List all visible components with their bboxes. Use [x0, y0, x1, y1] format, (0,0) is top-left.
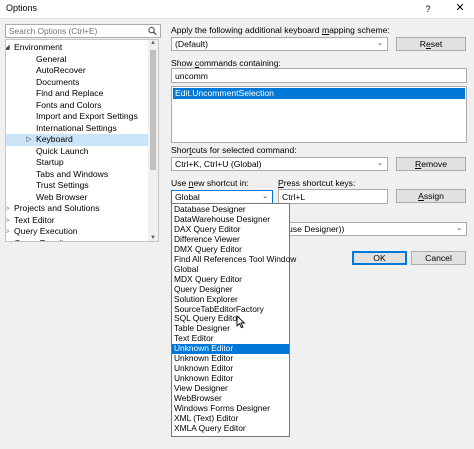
tree-item-label: Fonts and Colors [36, 99, 102, 110]
close-button[interactable]: ✕ [446, 0, 474, 18]
tree-item-label: Startup [36, 157, 64, 167]
dropdown-option[interactable]: Find All References Tool Window [172, 254, 296, 265]
tree-item[interactable]: ◢Environment [6, 42, 149, 54]
use-new-shortcut-label: Use new shortcut in: [171, 178, 249, 188]
collapse-arrow-icon[interactable]: ◢ [6, 42, 11, 54]
shortcut-scope-dropdown[interactable]: Database Designer DataWarehouse Designer D… [171, 203, 296, 437]
dropdown-option[interactable]: Solution Explorer [172, 294, 289, 305]
chevron-down-icon: ⌄ [456, 225, 462, 232]
shortcut-scope-value: Global [175, 192, 200, 202]
tree-item[interactable]: Documents [6, 77, 149, 89]
chevron-down-icon: ⌄ [377, 160, 383, 167]
command-filter-input[interactable] [172, 69, 465, 82]
remove-button[interactable]: Remove [396, 157, 466, 171]
command-list-item[interactable]: Edit.UncommentSelection [173, 88, 465, 99]
tree-item[interactable]: Tabs and Windows [6, 169, 149, 181]
tree-item[interactable]: ▷Text Editor [6, 215, 149, 227]
tree-item[interactable]: Fonts and Colors [6, 100, 149, 112]
chevron-down-icon: ⌄ [262, 193, 268, 200]
tree-item-label: Keyboard [36, 134, 73, 144]
command-filter-box[interactable] [171, 68, 467, 83]
tree-item[interactable]: ▷Query Results [6, 238, 149, 242]
scroll-up-arrow-icon[interactable]: ▲ [148, 40, 158, 46]
tree-item-label: Web Browser [36, 191, 88, 202]
scroll-down-arrow-icon[interactable]: ▼ [148, 235, 158, 241]
dropdown-option[interactable]: Query Designer [172, 284, 289, 295]
expand-arrow-icon[interactable]: ▷ [6, 203, 11, 215]
dropdown-option[interactable]: XMLA Query Editor [172, 423, 289, 434]
tree-item-label: Environment [14, 42, 63, 52]
tree-item[interactable]: Trust Settings [6, 180, 149, 192]
shortcut-keys-input[interactable] [279, 190, 386, 203]
shortcut-currently-used-value: use Designer)) [288, 224, 345, 234]
tree-item[interactable]: Find and Replace [6, 88, 149, 100]
tree-item-label: International Settings [36, 122, 117, 133]
press-shortcut-keys-label: Press shortcut keys: [278, 178, 356, 188]
reset-button[interactable]: Reset [396, 37, 466, 51]
options-tree: ◢EnvironmentGeneralAutoRecoverDocumentsF… [5, 39, 150, 242]
tree-item-label: General [36, 53, 67, 64]
expand-arrow-icon[interactable]: ▷ [6, 226, 11, 238]
search-icon [148, 26, 157, 36]
tree-item-label: Find and Replace [36, 88, 104, 98]
tree-item-label: Text Editor [14, 214, 55, 225]
tree-item-label: Documents [36, 76, 80, 87]
tree-item-label: Projects and Solutions [14, 203, 100, 213]
title-bar: Options ? ✕ [0, 0, 474, 19]
tree-item[interactable]: AutoRecover [6, 65, 149, 77]
shortcut-currently-used-combo[interactable]: use Designer)) ⌄ [285, 222, 467, 236]
mapping-scheme-value: (Default) [175, 39, 208, 49]
shortcuts-value: Ctrl+K, Ctrl+U (Global) [175, 159, 262, 169]
tree-item-label: Import and Export Settings [36, 111, 138, 121]
cancel-button[interactable]: Cancel [411, 251, 466, 265]
tree-item[interactable]: ▷Query Execution [6, 226, 149, 238]
show-commands-label: Show commands containing: [171, 58, 281, 68]
shortcut-scope-combo[interactable]: Global ⌄ [171, 190, 273, 204]
tree-item[interactable]: ▷Projects and Solutions [6, 203, 149, 215]
tree-item-label: AutoRecover [36, 65, 86, 75]
tree-item-label: Quick Launch [36, 145, 89, 156]
ok-button[interactable]: OK [352, 251, 407, 265]
tree-scrollbar[interactable]: ▲ ▼ [148, 39, 159, 242]
mapping-scheme-combo[interactable]: (Default) ⌄ [171, 37, 388, 51]
tree-item[interactable]: Web Browser [6, 192, 149, 204]
tree-item-label: Query Results [14, 238, 68, 242]
mapping-scheme-label: Apply the following additional keyboard … [171, 25, 390, 35]
mouse-pointer-icon [236, 315, 246, 329]
chevron-down-icon: ⌄ [377, 40, 383, 47]
search-input[interactable] [6, 25, 147, 37]
tree-item-label: Tabs and Windows [36, 168, 109, 179]
tree-item-label: Trust Settings [36, 180, 89, 190]
tree-item[interactable]: Quick Launch [6, 146, 149, 158]
shortcut-keys-box[interactable] [278, 189, 388, 204]
help-button[interactable]: ? [418, 0, 438, 18]
shortcuts-combo[interactable]: Ctrl+K, Ctrl+U (Global) ⌄ [171, 157, 388, 171]
tree-item[interactable]: Startup [6, 157, 149, 169]
dropdown-option[interactable]: Global [172, 264, 289, 275]
assign-button[interactable]: Assign [396, 189, 466, 203]
expand-arrow-icon[interactable]: ▷ [6, 215, 11, 227]
tree-item-label: Query Execution [14, 226, 78, 236]
scroll-thumb[interactable] [150, 50, 156, 170]
expand-arrow-icon[interactable]: ▷ [6, 238, 11, 242]
tree-item[interactable]: Import and Export Settings [6, 111, 149, 123]
options-search-box[interactable] [5, 24, 161, 38]
window-title: Options [6, 3, 38, 13]
command-list[interactable]: Edit.UncommentSelection [171, 86, 467, 143]
expand-arrow-icon[interactable]: ▷ [25, 134, 33, 146]
tree-item[interactable]: International Settings [6, 123, 149, 135]
tree-item[interactable]: ▷ Keyboard [6, 134, 149, 146]
shortcuts-label: Shortcuts for selected command: [171, 145, 297, 155]
dropdown-option[interactable]: MDX Query Editor [172, 274, 289, 285]
tree-item[interactable]: General [6, 54, 149, 66]
